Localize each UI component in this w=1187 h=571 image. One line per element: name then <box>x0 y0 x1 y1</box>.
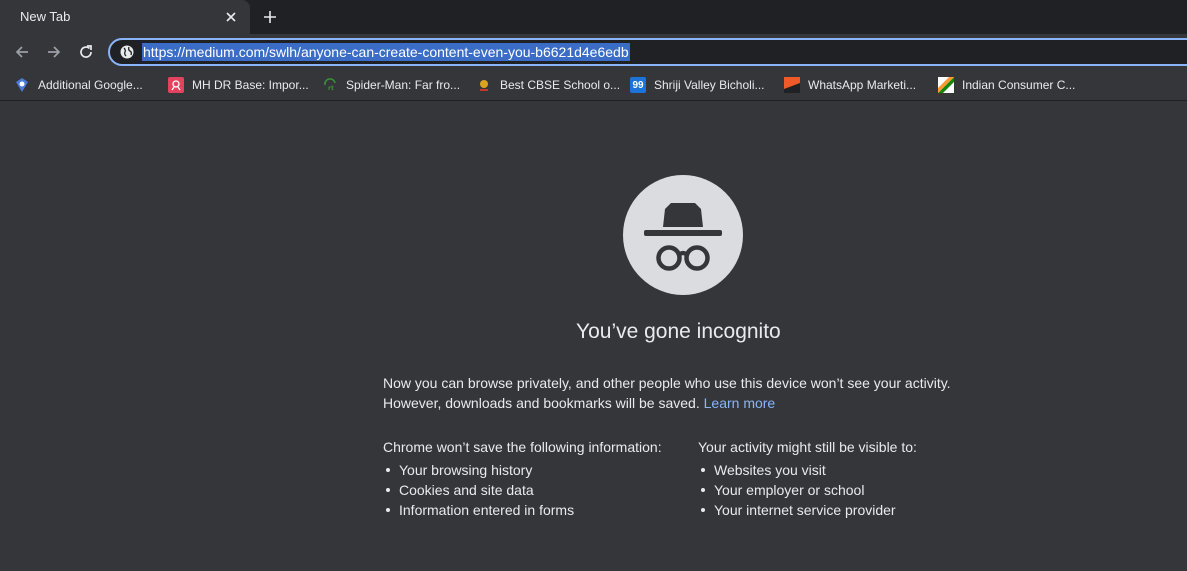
bookmark-item[interactable]: Indian Consumer C... <box>938 76 1075 94</box>
close-icon[interactable] <box>221 7 241 27</box>
intro-line-2: However, downloads and bookmarks will be… <box>383 395 700 411</box>
intro-line-1: Now you can browse privately, and other … <box>383 375 951 391</box>
bookmark-label: Best CBSE School o... <box>500 78 621 92</box>
list-item: Websites you visit <box>701 460 998 480</box>
bookmark-favicon-orange-icon <box>784 77 800 93</box>
wont-save-title-emphasis: won’t save <box>436 439 503 455</box>
page-title: You’ve gone incognito <box>576 320 781 343</box>
reload-icon <box>80 45 92 58</box>
tab-new-tab[interactable]: New Tab <box>0 0 250 34</box>
bookmark-favicon-99-icon: 99 <box>630 77 646 93</box>
globe-icon[interactable] <box>119 44 135 60</box>
bookmark-item[interactable]: Additional Google... <box>14 76 143 94</box>
back-button[interactable] <box>8 38 36 66</box>
plus-icon <box>264 11 276 23</box>
list-item: Your employer or school <box>701 480 998 500</box>
still-visible-title-prefix: Your activity <box>698 439 777 455</box>
tab-strip: New Tab <box>0 0 1187 34</box>
address-bar[interactable]: https://medium.com/swlh/anyone-can-creat… <box>108 38 1187 66</box>
wont-save-column: Chrome won’t save the following informat… <box>383 437 683 520</box>
still-visible-title-suffix: to: <box>897 439 917 455</box>
intro-paragraph: Now you can browse privately, and other … <box>383 373 983 413</box>
list-item: Information entered in forms <box>386 500 683 520</box>
arrow-left-icon <box>15 46 28 58</box>
still-visible-title-emphasis: might still be visible <box>776 439 898 455</box>
bookmark-label: MH DR Base: Impor... <box>192 78 309 92</box>
bookmark-favicon-pink-icon <box>168 77 184 93</box>
reload-button[interactable] <box>72 38 100 66</box>
still-visible-list: Websites you visit Your employer or scho… <box>698 460 998 520</box>
arrow-right-icon <box>48 46 61 58</box>
bookmark-label: WhatsApp Marketi... <box>808 78 917 92</box>
wont-save-title-suffix: the following information: <box>502 439 662 455</box>
bookmark-label: Additional Google... <box>38 78 143 92</box>
bookmark-item[interactable]: Best CBSE School o... <box>476 76 620 94</box>
bookmark-favicon-green-icon: rt <box>322 77 338 93</box>
new-tab-button[interactable] <box>258 5 282 29</box>
svg-text:rt: rt <box>328 85 334 92</box>
bookmark-label: Shriji Valley Bicholi... <box>654 78 765 92</box>
tab-title: New Tab <box>20 9 71 24</box>
list-item: Your browsing history <box>386 460 683 480</box>
bookmark-item[interactable]: WhatsApp Marketi... <box>784 76 916 94</box>
incognito-page: You’ve gone incognito Now you can browse… <box>0 102 1187 571</box>
bookmark-label: Indian Consumer C... <box>962 78 1076 92</box>
bookmark-item[interactable]: 99 Shriji Valley Bicholi... <box>630 76 764 94</box>
wont-save-title: Chrome won’t save the following informat… <box>383 437 683 457</box>
still-visible-column: Your activity might still be visible to:… <box>698 437 998 520</box>
still-visible-title: Your activity might still be visible to: <box>698 437 998 457</box>
wont-save-title-prefix: Chrome <box>383 439 437 455</box>
learn-more-link[interactable]: Learn more <box>704 395 776 411</box>
wont-save-list: Your browsing history Cookies and site d… <box>383 460 683 520</box>
bookmark-label: Spider-Man: Far fro... <box>346 78 461 92</box>
url-text[interactable]: https://medium.com/swlh/anyone-can-creat… <box>142 43 630 61</box>
bookmark-favicon-gold-icon <box>476 77 492 93</box>
forward-button[interactable] <box>40 38 68 66</box>
bookmark-item[interactable]: MH DR Base: Impor... <box>168 76 309 94</box>
bookmark-favicon-blue-icon <box>14 77 30 93</box>
bookmarks-bar: Additional Google... MH DR Base: Impor..… <box>0 70 1187 101</box>
bookmark-item[interactable]: rt Spider-Man: Far fro... <box>322 76 460 94</box>
list-item: Your internet service provider <box>701 500 998 520</box>
bookmark-favicon-flag-icon <box>938 77 954 93</box>
incognito-icon <box>623 175 743 295</box>
list-item: Cookies and site data <box>386 480 683 500</box>
